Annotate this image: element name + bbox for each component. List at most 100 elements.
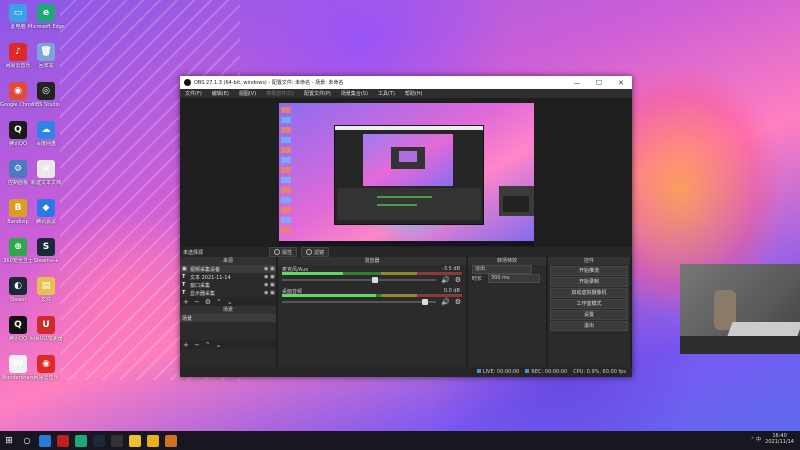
app-icon [165,434,177,447]
source-item[interactable]: ▣ 视频采集设备 ◉ ▣ [180,265,276,273]
app-icon: ◆ [37,199,55,217]
move-down-icon[interactable]: ⌄ [227,298,233,306]
desktop-icon[interactable]: ☁ 百度网盘 [28,121,64,147]
app-icon: ▭ [9,4,27,22]
speaker-icon[interactable]: 🔊 [441,276,450,284]
app-icon: ≡ [37,160,55,178]
tray-icons[interactable]: ⌃ 中 [750,436,761,443]
remove-scene-icon[interactable]: − [194,341,200,349]
qq-icon [129,434,141,447]
menu-file[interactable]: 文件(F) [185,90,202,97]
speaker-icon[interactable]: 🔊 [441,298,450,306]
desktop-icon-label: 回收站 [38,63,54,69]
obs-statusbar: LIVE: 00:00:00 REC: 00:00:00 CPU: 0.9%, … [180,367,632,377]
maximize-button[interactable]: ☐ [588,79,610,87]
taskbar-app-button[interactable] [162,431,180,450]
remove-source-icon[interactable]: − [194,298,200,306]
add-source-icon[interactable]: + [183,298,189,306]
fader-knob[interactable] [421,299,428,305]
filter-icon [306,249,313,255]
taskbar-edge-button[interactable] [72,431,90,450]
source-type-icon: ▣ [182,266,187,272]
filters-button[interactable]: 滤镜 [301,247,330,257]
taskbar-start-button[interactable]: ⊞ [0,431,18,450]
volume-fader[interactable] [282,279,436,281]
taskbar-steam-button[interactable] [90,431,108,450]
desktop-icon-label: OBS Studio [32,102,60,108]
add-scene-icon[interactable]: + [183,341,189,349]
lock-icon[interactable]: ▣ [270,290,276,296]
source-item[interactable]: T 窗口采集 ◉ ▣ [180,281,276,289]
webcam-overlay [680,264,800,354]
source-name: 窗口采集 [190,282,211,289]
clock[interactable]: 16:40 2021/11/14 [765,433,794,445]
controls-dock: 控件 开始推流 开始录制 启动虚拟摄像机 工作室模式 设置 退出 [548,257,630,367]
track-settings-icon[interactable]: ⚙ [455,298,461,306]
desktop-icon[interactable]: ◉ 网易云音乐 [28,355,64,381]
scene-up-icon[interactable]: ⌃ [205,341,211,349]
menu-edit[interactable]: 编辑(E) [212,90,229,97]
scene-item[interactable]: 场景 [180,314,276,322]
menu-tools[interactable]: 工具(T) [378,90,395,97]
menu-help[interactable]: 帮助(H) [405,90,423,97]
desktop-icon[interactable]: ◆ 腾讯会议 [28,199,64,225]
taskbar-store-button[interactable] [36,431,54,450]
mixer-tracks: 麦克风/Aux -3.5 dB 🔊 ⚙ 桌面音频 0.0 dB 🔊 ⚙ [278,265,466,309]
fader-knob[interactable] [372,277,378,283]
minimize-button[interactable]: — [566,79,588,87]
obs-window-title: OBS 27.1.3 (64-bit, windows) - 配置文件: 未命名… [194,80,344,86]
desktop-icon[interactable]: ▤ 文件 [28,277,64,303]
control-button[interactable]: 退出 [550,321,628,331]
app-icon: 🗑 [37,43,55,61]
control-buttons: 开始推流 开始录制 启动虚拟摄像机 工作室模式 设置 退出 [548,266,630,331]
taskbar: ⊞ ○ ⌃ 中 16:40 2021/11/14 [0,431,800,450]
menu-docks[interactable]: 停靠部件(D) [266,90,294,97]
volume-fader[interactable] [282,301,436,303]
cpu-status: CPU: 0.9%, 60.00 fps [573,369,626,375]
scenes-toolbar: + − ⌃ ⌄ [180,340,276,349]
preview-webcam-thumb [499,186,534,216]
duration-input[interactable]: 300 ms [488,274,541,283]
preview-canvas[interactable] [279,103,534,246]
desktop-icon[interactable]: e Microsoft Edge [28,4,64,30]
control-button[interactable]: 开始录制 [550,277,628,287]
menu-scene-collection[interactable]: 场景集合(S) [341,90,368,97]
source-item[interactable]: T 显示器采集 ◉ ▣ [180,289,276,297]
obs-titlebar[interactable]: OBS 27.1.3 (64-bit, windows) - 配置文件: 未命名… [180,76,632,89]
app-icon: ⊕ [9,238,27,256]
transition-select[interactable]: 淡出 [472,265,532,274]
obs-logo-icon [184,79,191,86]
taskbar-netease-button[interactable] [54,431,72,450]
lock-icon[interactable]: ▣ [270,282,276,288]
control-button[interactable]: 开始推流 [550,266,628,276]
taskbar-file-button[interactable] [144,431,162,450]
desktop-icon[interactable]: 🗑 回收站 [28,43,64,69]
desktop-icon[interactable]: S Steam++ [28,238,64,264]
source-item[interactable]: T 文本 2021-11-14 ◉ ▣ [180,273,276,281]
lock-icon[interactable]: ▣ [270,274,276,280]
properties-button[interactable]: 属性 [269,247,298,257]
gear-icon [274,249,281,255]
control-button[interactable]: 设置 [550,310,628,320]
desktop-icon[interactable]: U 网易UU加速器 [28,316,64,342]
desktop-icon[interactable]: ≡ 新建文本文档 [28,160,64,186]
scene-down-icon[interactable]: ⌄ [216,341,222,349]
desktop-icon-label: Steam++ [33,258,59,264]
close-button[interactable]: ✕ [610,79,632,87]
lock-icon[interactable]: ▣ [270,266,276,272]
control-button[interactable]: 工作室模式 [550,299,628,309]
menu-profile[interactable]: 配置文件(P) [304,90,331,97]
taskbar-qq-button[interactable] [126,431,144,450]
preview-area [180,98,632,247]
taskbar-obs-button[interactable] [108,431,126,450]
volume-meter [282,272,462,275]
taskbar-search-button[interactable]: ○ [18,431,36,450]
app-icon: Q [9,316,27,334]
source-settings-icon[interactable]: ⚙ [205,298,211,306]
desktop-icon[interactable]: ◎ OBS Studio [28,82,64,108]
control-button[interactable]: 启动虚拟摄像机 [550,288,628,298]
track-settings-icon[interactable]: ⚙ [455,276,461,284]
mixer-track: 桌面音频 0.0 dB 🔊 ⚙ [278,287,466,309]
move-up-icon[interactable]: ⌃ [216,298,222,306]
menu-view[interactable]: 视图(V) [239,90,256,97]
